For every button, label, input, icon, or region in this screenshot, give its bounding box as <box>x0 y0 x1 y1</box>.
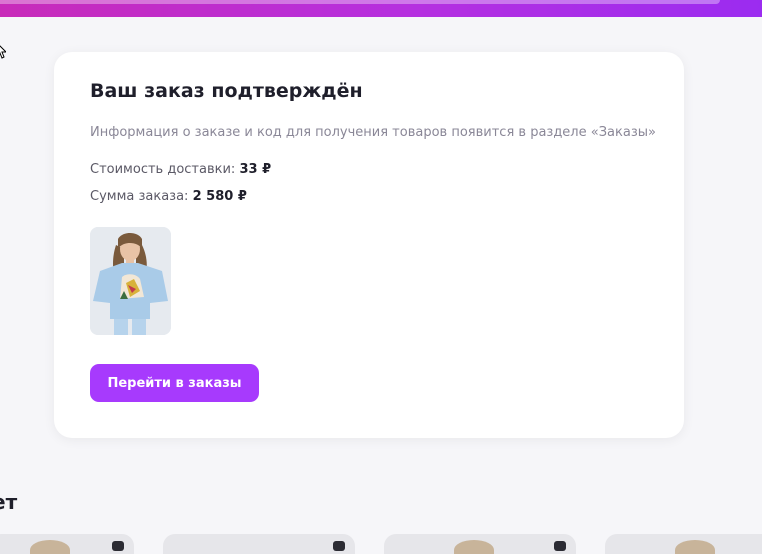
product-thumbnail[interactable] <box>90 227 171 335</box>
favorite-icon[interactable] <box>112 541 124 551</box>
order-total-value: 2 580 ₽ <box>192 189 247 204</box>
product-card[interactable] <box>163 534 355 554</box>
mouse-cursor-icon <box>0 45 6 59</box>
order-confirmation-card: Ваш заказ подтверждён Информация о заказ… <box>54 52 684 438</box>
confirmation-title: Ваш заказ подтверждён <box>90 80 363 102</box>
go-to-orders-button[interactable]: Перейти в заказы <box>90 364 259 402</box>
order-total-line: Сумма заказа: 2 580 ₽ <box>90 189 247 204</box>
recommendations-section-title: ет <box>0 490 18 514</box>
product-card[interactable] <box>605 534 762 554</box>
product-card[interactable] <box>384 534 576 554</box>
favorite-icon[interactable] <box>333 541 345 551</box>
delivery-cost-value: 33 ₽ <box>239 162 272 177</box>
favorite-icon[interactable] <box>554 541 566 551</box>
confirmation-info-text: Информация о заказе и код для получения … <box>90 125 656 140</box>
order-total-label: Сумма заказа: <box>90 189 189 204</box>
product-image-icon <box>90 227 171 335</box>
delivery-cost-label: Стоимость доставки: <box>90 162 236 177</box>
top-header-gradient <box>0 0 762 17</box>
product-card[interactable] <box>0 534 134 554</box>
search-bar-edge <box>0 0 720 4</box>
delivery-cost-line: Стоимость доставки: 33 ₽ <box>90 162 271 177</box>
